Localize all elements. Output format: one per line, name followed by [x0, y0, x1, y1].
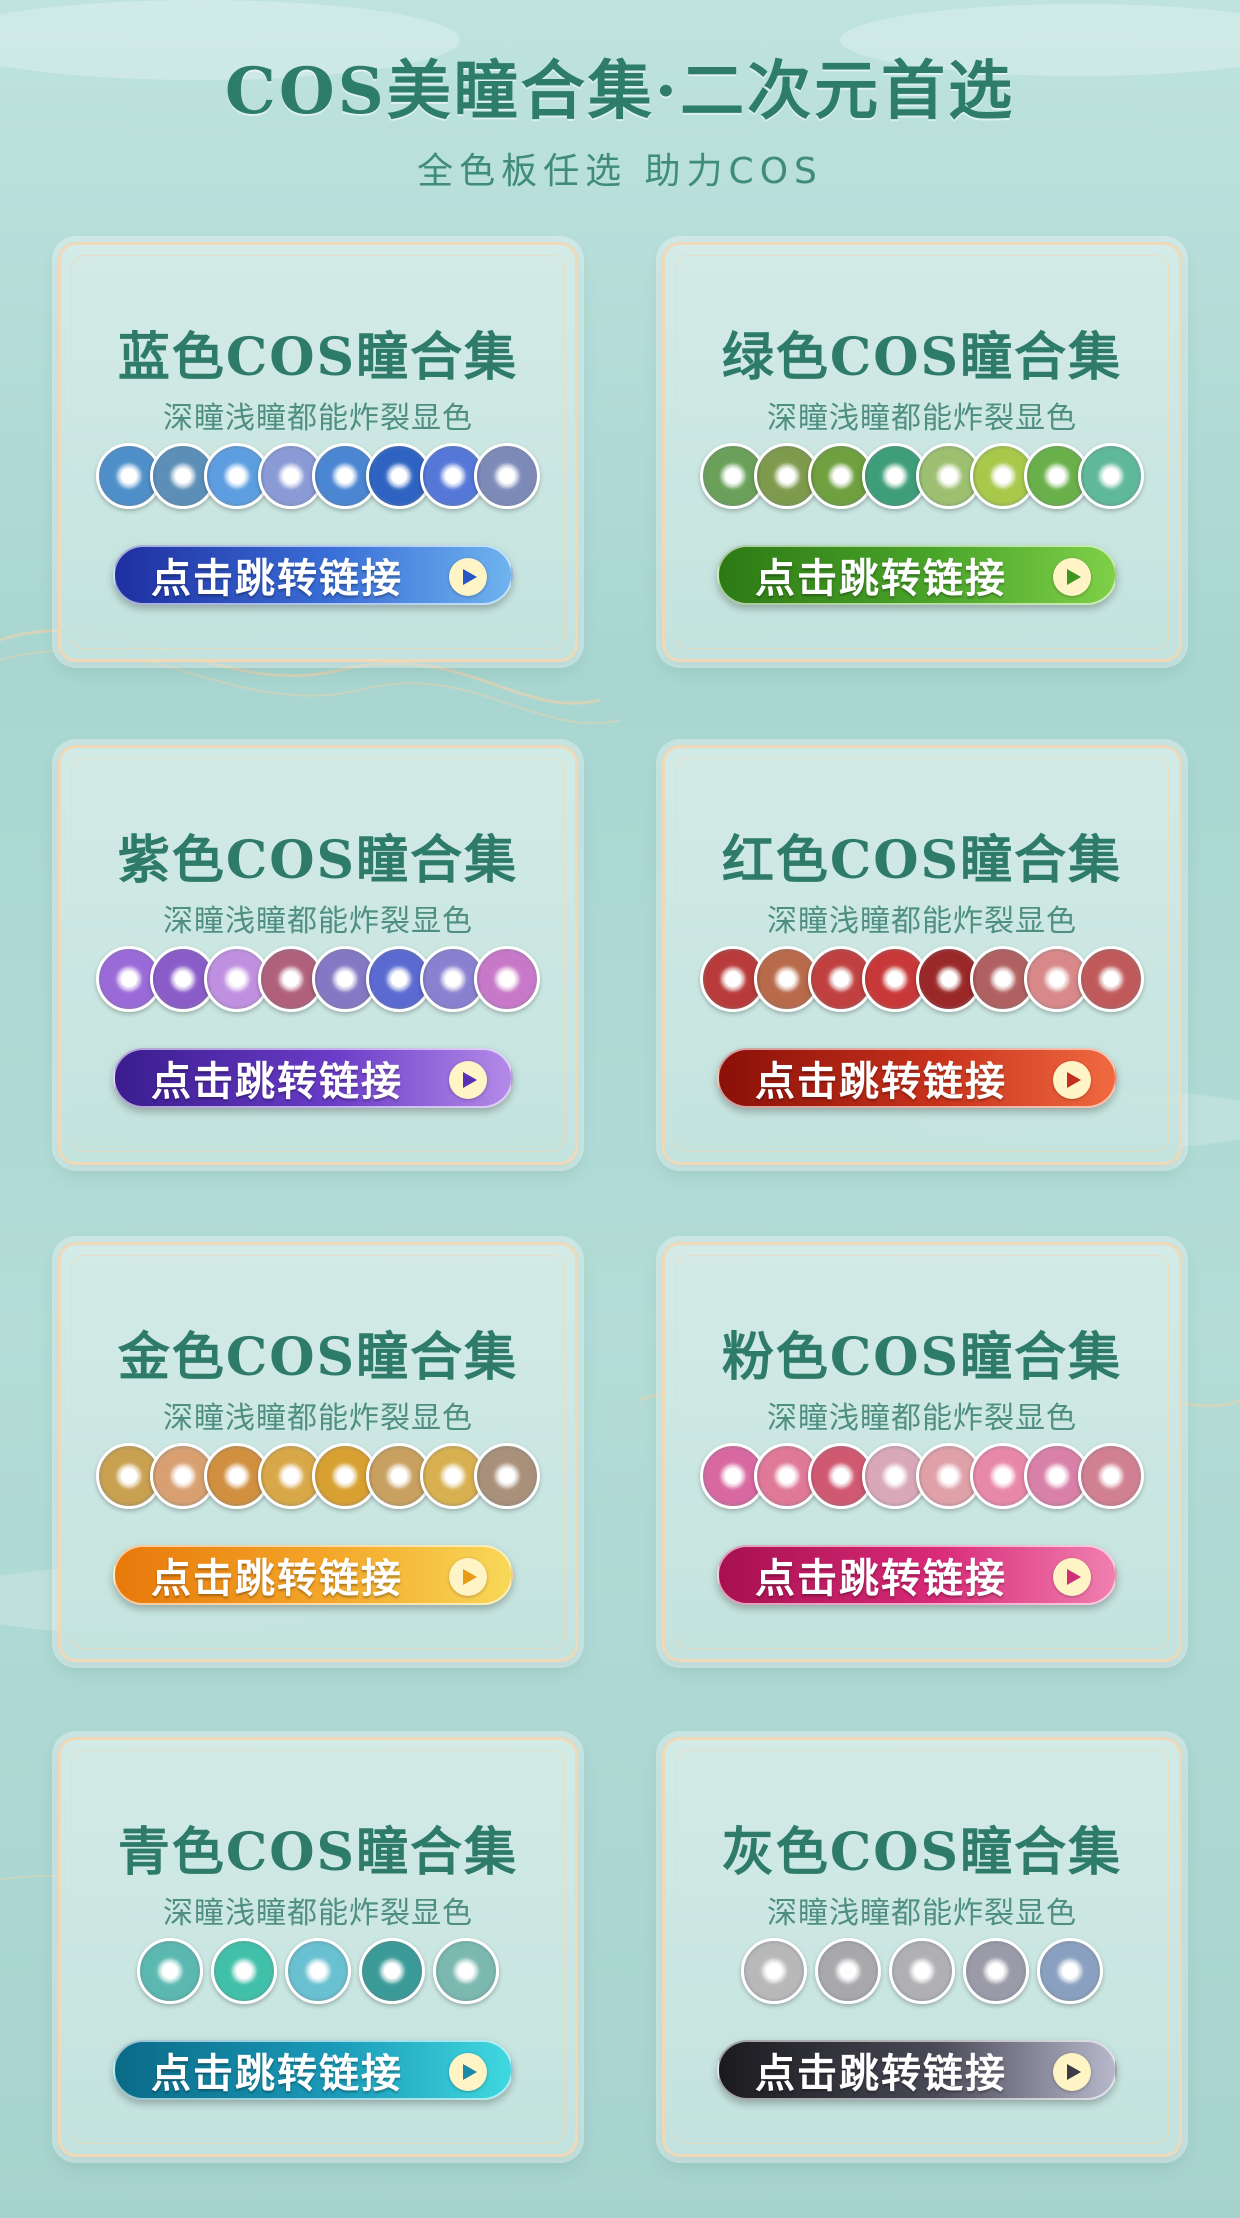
collection-card-gray: 灰色COS瞳合集深瞳浅瞳都能炸裂显色点击跳转链接 — [662, 1737, 1182, 2157]
jump-link-label: 点击跳转链接 — [755, 555, 1007, 602]
card-subtitle: 深瞳浅瞳都能炸裂显色 — [767, 401, 1077, 436]
page-title: COS美瞳合集·二次元首选 — [224, 54, 1016, 129]
collection-card-pink: 粉色COS瞳合集深瞳浅瞳都能炸裂显色点击跳转链接 — [662, 1242, 1182, 1662]
lens-swatch — [1078, 946, 1144, 1012]
lens-swatch-row — [665, 1443, 1179, 1515]
lens-swatch — [1078, 1443, 1144, 1509]
collection-card-red: 红色COS瞳合集深瞳浅瞳都能炸裂显色点击跳转链接 — [662, 745, 1182, 1165]
jump-link-label: 点击跳转链接 — [755, 1555, 1007, 1602]
jump-link-label: 点击跳转链接 — [755, 2050, 1007, 2097]
card-subtitle: 深瞳浅瞳都能炸裂显色 — [767, 1896, 1077, 1931]
card-subtitle: 深瞳浅瞳都能炸裂显色 — [767, 904, 1077, 939]
lens-swatch-row — [665, 443, 1179, 515]
card-title: 红色COS瞳合集 — [721, 830, 1123, 891]
lens-swatch — [1037, 1938, 1103, 2004]
jump-link-button[interactable]: 点击跳转链接 — [113, 1048, 513, 1108]
collection-card-gold: 金色COS瞳合集深瞳浅瞳都能炸裂显色点击跳转链接 — [58, 1242, 578, 1662]
lens-swatch — [815, 1938, 881, 2004]
lens-swatch — [889, 1938, 955, 2004]
lens-swatch — [211, 1938, 277, 2004]
jump-link-label: 点击跳转链接 — [151, 1058, 403, 1105]
play-arrow-icon — [449, 558, 487, 596]
card-title: 紫色COS瞳合集 — [117, 830, 519, 891]
jump-link-button[interactable]: 点击跳转链接 — [113, 2040, 513, 2100]
lens-swatch — [741, 1938, 807, 2004]
card-title: 粉色COS瞳合集 — [721, 1327, 1123, 1388]
lens-swatch — [285, 1938, 351, 2004]
card-subtitle: 深瞳浅瞳都能炸裂显色 — [163, 904, 473, 939]
page-header: COS美瞳合集·二次元首选 全色板任选 助力COS — [0, 40, 1240, 194]
jump-link-label: 点击跳转链接 — [151, 1555, 403, 1602]
collection-card-cyan: 青色COS瞳合集深瞳浅瞳都能炸裂显色点击跳转链接 — [58, 1737, 578, 2157]
lens-swatch — [474, 946, 540, 1012]
lens-swatch-row — [61, 1938, 575, 2010]
card-title: 金色COS瞳合集 — [117, 1327, 519, 1388]
play-arrow-icon — [1053, 2053, 1091, 2091]
lens-swatch-row — [61, 1443, 575, 1515]
card-title: 蓝色COS瞳合集 — [117, 327, 519, 388]
card-subtitle: 深瞳浅瞳都能炸裂显色 — [163, 1401, 473, 1436]
jump-link-label: 点击跳转链接 — [755, 1058, 1007, 1105]
jump-link-button[interactable]: 点击跳转链接 — [113, 1545, 513, 1605]
collection-card-blue: 蓝色COS瞳合集深瞳浅瞳都能炸裂显色点击跳转链接 — [58, 242, 578, 662]
lens-swatch — [474, 443, 540, 509]
jump-link-button[interactable]: 点击跳转链接 — [717, 1545, 1117, 1605]
jump-link-button[interactable]: 点击跳转链接 — [717, 1048, 1117, 1108]
lens-swatch-row — [665, 1938, 1179, 2010]
jump-link-label: 点击跳转链接 — [151, 555, 403, 602]
lens-swatch — [359, 1938, 425, 2004]
card-subtitle: 深瞳浅瞳都能炸裂显色 — [767, 1401, 1077, 1436]
play-arrow-icon — [1053, 558, 1091, 596]
card-title: 灰色COS瞳合集 — [721, 1822, 1123, 1883]
play-arrow-icon — [449, 1558, 487, 1596]
play-arrow-icon — [449, 2053, 487, 2091]
card-title: 绿色COS瞳合集 — [721, 327, 1123, 388]
card-subtitle: 深瞳浅瞳都能炸裂显色 — [163, 401, 473, 436]
collection-card-purple: 紫色COS瞳合集深瞳浅瞳都能炸裂显色点击跳转链接 — [58, 745, 578, 1165]
lens-swatch — [137, 1938, 203, 2004]
card-title: 青色COS瞳合集 — [117, 1822, 519, 1883]
lens-swatch — [963, 1938, 1029, 2004]
jump-link-button[interactable]: 点击跳转链接 — [717, 2040, 1117, 2100]
lens-swatch-row — [61, 946, 575, 1018]
lens-swatch — [433, 1938, 499, 2004]
jump-link-button[interactable]: 点击跳转链接 — [113, 545, 513, 605]
lens-swatch — [1078, 443, 1144, 509]
play-arrow-icon — [449, 1061, 487, 1099]
jump-link-label: 点击跳转链接 — [151, 2050, 403, 2097]
collection-card-green: 绿色COS瞳合集深瞳浅瞳都能炸裂显色点击跳转链接 — [662, 242, 1182, 662]
lens-swatch — [474, 1443, 540, 1509]
card-subtitle: 深瞳浅瞳都能炸裂显色 — [163, 1896, 473, 1931]
lens-swatch-row — [61, 443, 575, 515]
play-arrow-icon — [1053, 1558, 1091, 1596]
jump-link-button[interactable]: 点击跳转链接 — [717, 545, 1117, 605]
play-arrow-icon — [1053, 1061, 1091, 1099]
page-subtitle: 全色板任选 助力COS — [417, 151, 823, 192]
lens-swatch-row — [665, 946, 1179, 1018]
